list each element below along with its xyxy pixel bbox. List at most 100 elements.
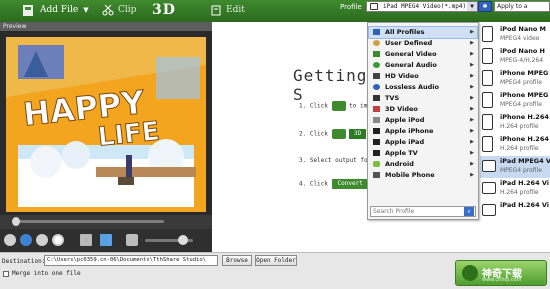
list-item-desc: MPEG4 video bbox=[500, 35, 540, 42]
chevron-right-icon: ▶ bbox=[470, 40, 474, 46]
previous-icon[interactable] bbox=[4, 234, 16, 246]
user-icon bbox=[373, 40, 380, 46]
list-item-name: iPhone MPEG bbox=[500, 69, 549, 77]
seek-track[interactable] bbox=[14, 220, 164, 223]
3d-button[interactable]: 3D bbox=[152, 0, 176, 20]
search-profile-input[interactable]: Search Profile ⌕ bbox=[370, 206, 476, 217]
convert-mini-button[interactable]: Convert bbox=[331, 179, 369, 189]
play-icon[interactable] bbox=[20, 234, 32, 246]
chevron-down-icon[interactable]: ▼ bbox=[467, 2, 477, 11]
open-folder-button[interactable]: Open Folder bbox=[255, 255, 297, 266]
menu-item-label: Apple iPod bbox=[385, 116, 425, 124]
menu-item-hd-video[interactable]: HD Video ▶ bbox=[369, 71, 477, 82]
list-item[interactable]: iPhone MPEG MPEG4 profile bbox=[480, 90, 550, 112]
destination-label: Destination: bbox=[2, 258, 46, 265]
edit-button[interactable]: Edit bbox=[210, 0, 245, 20]
iphone-icon bbox=[482, 114, 493, 130]
android-icon bbox=[373, 161, 380, 167]
edit-icon bbox=[211, 5, 221, 16]
menu-item-label: General Video bbox=[385, 50, 437, 58]
brand-logo-icon bbox=[462, 265, 478, 281]
chevron-right-icon: ▶ bbox=[470, 84, 474, 90]
menu-item-label: TVS bbox=[385, 94, 400, 102]
list-item-name: iPad H.264 Vi bbox=[500, 201, 550, 209]
brand-url: www.cnhdj.com bbox=[482, 277, 522, 283]
menu-item-general-audio[interactable]: General Audio ▶ bbox=[369, 60, 477, 71]
step-1: 1. Click to impo bbox=[299, 101, 374, 111]
profile-settings-button[interactable]: ✱ bbox=[478, 1, 492, 12]
profile-select[interactable]: iPad MPEG4 Video(*.mp4) ▼ bbox=[366, 1, 478, 12]
menu-item-tvs[interactable]: TVS ▶ bbox=[369, 93, 477, 104]
seek-handle[interactable] bbox=[12, 217, 20, 226]
chevron-down-icon[interactable]: ▼ bbox=[83, 6, 88, 14]
player-controls bbox=[0, 229, 212, 252]
preview-header: Preview bbox=[0, 22, 212, 31]
list-item[interactable]: iPhone H.264 H.264 profile bbox=[480, 112, 550, 134]
step-4: 4. Click Convert bbox=[299, 179, 369, 189]
browse-button[interactable]: Browse bbox=[222, 255, 252, 266]
list-item[interactable]: iPhone MPEG MPEG4 profile bbox=[480, 68, 550, 90]
menu-item-mobile-phone[interactable]: Mobile Phone ▶ bbox=[369, 170, 477, 181]
volume-icon[interactable] bbox=[126, 234, 138, 246]
chevron-right-icon: ▶ bbox=[470, 172, 474, 178]
menu-item-apple-ipod[interactable]: Apple iPod ▶ bbox=[369, 115, 477, 126]
3d-label: 3D bbox=[152, 2, 176, 18]
menu-item-apple-tv[interactable]: Apple TV ▶ bbox=[369, 148, 477, 159]
appletv-icon bbox=[373, 150, 380, 156]
menu-item-all-profiles[interactable]: All Profiles ▶ bbox=[368, 26, 478, 39]
menu-item-label: Apple iPhone bbox=[385, 127, 434, 135]
menu-item-label: HD Video bbox=[385, 72, 419, 80]
list-item[interactable]: iPod Nano H MPEG-4/H.264 bbox=[480, 46, 550, 68]
merge-option[interactable]: Merge into one file bbox=[3, 270, 81, 277]
menu-item-apple-ipad[interactable]: Apple iPad ▶ bbox=[369, 137, 477, 148]
clip-icon[interactable] bbox=[331, 129, 346, 139]
3d-badge[interactable]: 3D bbox=[349, 129, 367, 139]
ipad-icon bbox=[482, 182, 496, 194]
iphone-icon bbox=[482, 70, 493, 86]
snapshot-icon[interactable] bbox=[80, 234, 92, 246]
apply-to-label: Apply to a bbox=[497, 3, 528, 10]
menu-item-android[interactable]: Android ▶ bbox=[369, 159, 477, 170]
chevron-right-icon: ▶ bbox=[470, 29, 474, 35]
profile-category-menu: All Profiles ▶ User Defined ▶ General Vi… bbox=[367, 22, 479, 220]
list-item-name: iPhone MPEG bbox=[500, 91, 549, 99]
menu-item-3d-video[interactable]: 3D Video ▶ bbox=[369, 104, 477, 115]
add-file-button[interactable]: Add File ▼ bbox=[22, 0, 89, 20]
folder-icon[interactable] bbox=[100, 234, 112, 246]
menu-item-user-defined[interactable]: User Defined ▶ bbox=[369, 38, 477, 49]
menu-item-label: 3D Video bbox=[385, 105, 418, 113]
list-item-name: iPhone H.264 bbox=[500, 135, 549, 143]
list-item[interactable]: iPad H.264 Vi H.264 profile bbox=[480, 178, 550, 200]
list-item[interactable]: iPad H.264 Vi bbox=[480, 200, 550, 222]
merge-checkbox[interactable] bbox=[3, 270, 9, 277]
list-item-name: iPhone H.264 bbox=[500, 113, 549, 121]
list-item[interactable]: iPod Nano M MPEG4 video bbox=[480, 24, 550, 46]
step-4-text: 4. Click bbox=[299, 180, 328, 188]
menu-item-general-video[interactable]: General Video ▶ bbox=[369, 49, 477, 60]
menu-item-label: Android bbox=[385, 160, 414, 168]
add-file-icon[interactable] bbox=[331, 101, 346, 111]
seek-bar[interactable] bbox=[0, 215, 212, 229]
apply-to-select[interactable]: Apply to a bbox=[494, 1, 550, 12]
list-item-selected[interactable]: iPad MPEG4 V MPEG4 profile bbox=[480, 156, 550, 178]
chevron-right-icon: ▶ bbox=[470, 106, 474, 112]
stop-icon[interactable] bbox=[52, 234, 64, 246]
profile-list: iPod Nano M MPEG4 video iPod Nano H MPEG… bbox=[470, 22, 550, 220]
menu-item-lossless-audio[interactable]: Lossless Audio ▶ bbox=[369, 82, 477, 93]
audio-icon bbox=[373, 62, 380, 68]
phone-icon bbox=[373, 172, 380, 178]
iphone-icon bbox=[373, 128, 380, 134]
profile-select-value: iPad MPEG4 Video(*.mp4) bbox=[383, 3, 467, 10]
clip-button[interactable]: Clip bbox=[102, 0, 136, 20]
next-icon[interactable] bbox=[36, 234, 48, 246]
menu-item-apple-iphone[interactable]: Apple iPhone ▶ bbox=[369, 126, 477, 137]
main-toolbar: Add File ▼ Clip 3D Edit Profile iPad MPE… bbox=[0, 0, 550, 22]
list-item[interactable]: iPhone H.264 H.264 profile bbox=[480, 134, 550, 156]
search-icon[interactable]: ⌕ bbox=[464, 207, 474, 216]
volume-handle[interactable] bbox=[178, 235, 188, 245]
search-placeholder: Search Profile bbox=[373, 208, 415, 215]
destination-field[interactable]: C:\Users\pc0359.cn-06\Documents\TthShare… bbox=[44, 255, 218, 266]
preview-image: HAPPY LIFE bbox=[6, 37, 206, 212]
gear-icon: ✱ bbox=[482, 3, 488, 10]
ipad-icon bbox=[482, 204, 496, 216]
